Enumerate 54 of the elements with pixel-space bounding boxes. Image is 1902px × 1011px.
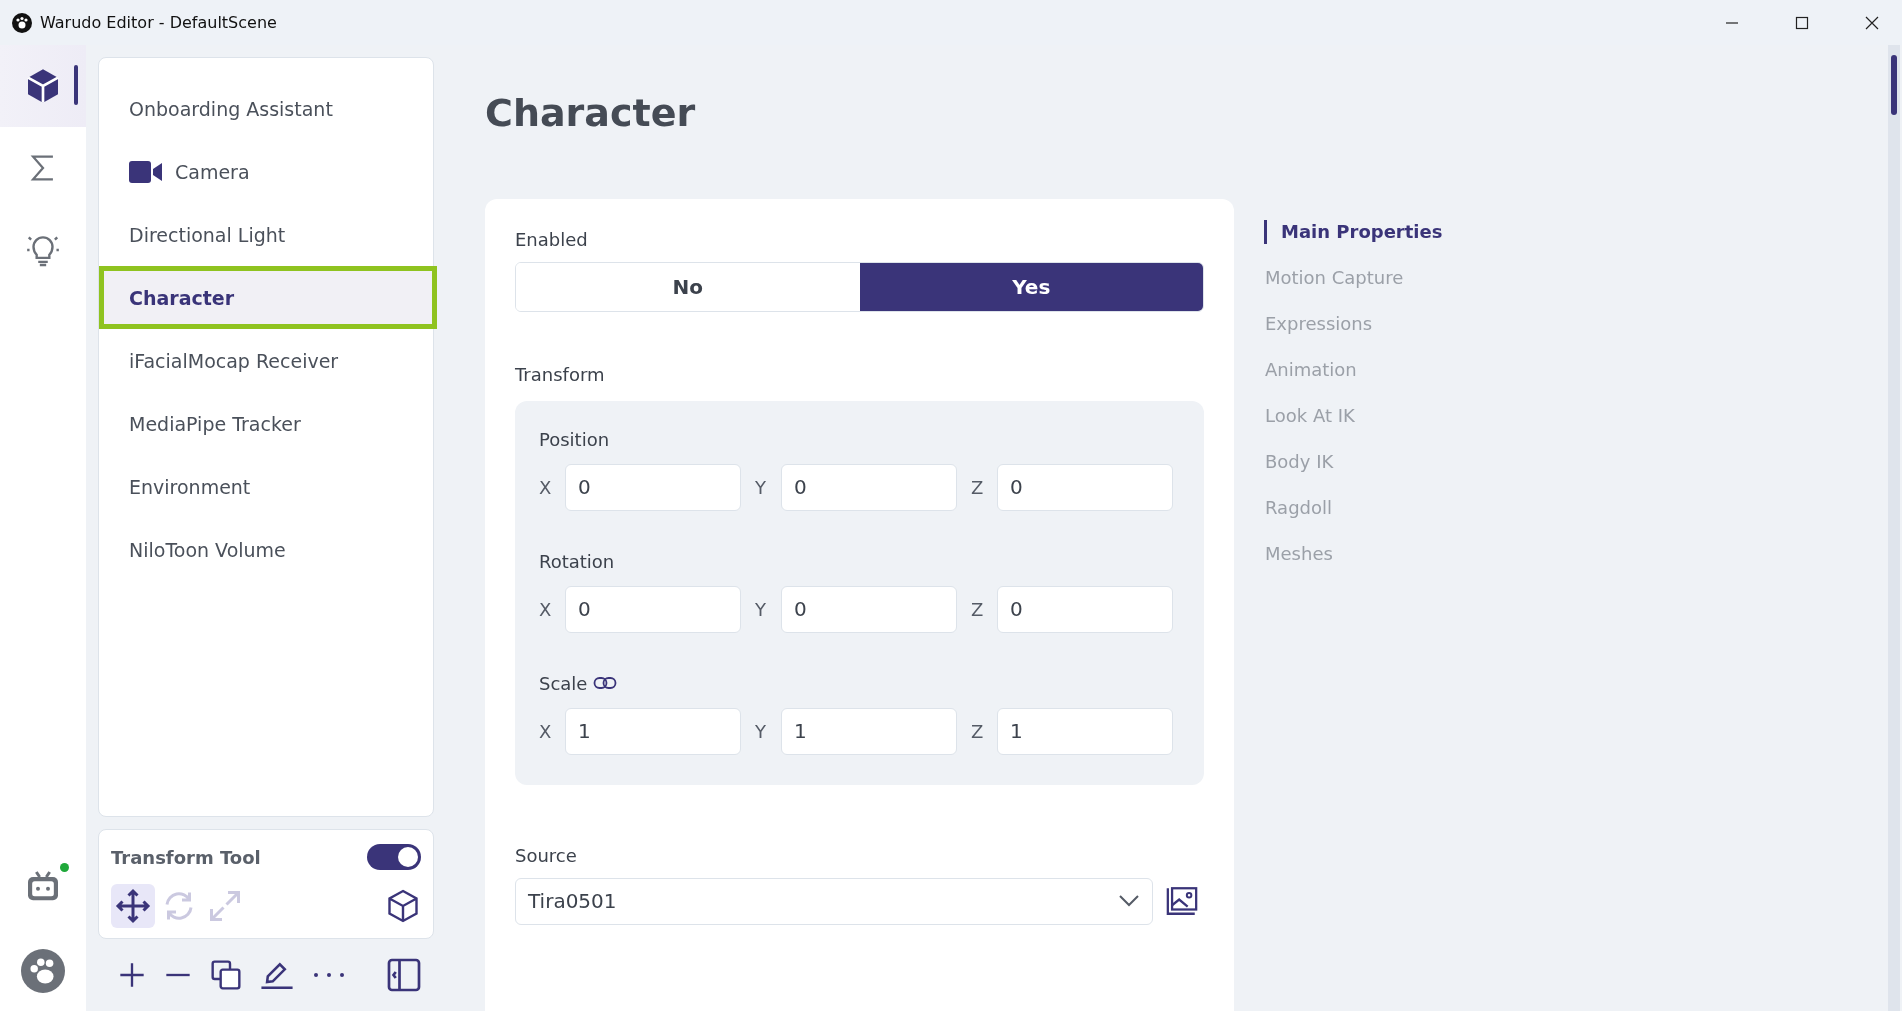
- transform-tool-label: Transform Tool: [111, 846, 261, 868]
- axis-label: Z: [971, 476, 985, 498]
- scene-item[interactable]: Character: [99, 266, 437, 329]
- maximize-icon[interactable]: [1794, 14, 1810, 31]
- number-field[interactable]: 0: [781, 463, 957, 511]
- number-field[interactable]: 1: [565, 707, 741, 755]
- more-icon[interactable]: [312, 970, 346, 980]
- link-icon[interactable]: [593, 675, 618, 692]
- paw-logo-icon[interactable]: [21, 949, 65, 993]
- transform-label: Transform: [515, 363, 606, 385]
- axis-label: X: [539, 720, 553, 742]
- field-group-label: Rotation: [539, 550, 615, 572]
- paw-logo-icon: [12, 12, 32, 33]
- collapse-panel-icon[interactable]: [386, 957, 422, 993]
- cube-outline-icon[interactable]: [385, 888, 421, 924]
- source-label: Source: [515, 844, 578, 866]
- scene-item[interactable]: MediaPipe Tracker: [99, 392, 433, 455]
- scene-item[interactable]: Directional Light: [99, 203, 433, 266]
- axis-label: X: [539, 598, 553, 620]
- move-tool-button[interactable]: [111, 884, 155, 928]
- number-field[interactable]: 1: [997, 707, 1173, 755]
- scene-item[interactable]: Camera: [99, 140, 433, 203]
- number-field[interactable]: 0: [565, 463, 741, 511]
- axis-label: X: [539, 476, 553, 498]
- axis-label: Z: [971, 720, 985, 742]
- enabled-label: Enabled: [515, 228, 589, 250]
- number-field[interactable]: 0: [781, 585, 957, 633]
- toggle-option[interactable]: Yes: [859, 262, 1203, 311]
- window-title: Warudo Editor - DefaultScene: [40, 13, 277, 32]
- number-field[interactable]: 1: [781, 707, 957, 755]
- scene-item[interactable]: Environment: [99, 455, 433, 518]
- duplicate-icon[interactable]: [210, 959, 242, 991]
- close-icon[interactable]: [1864, 14, 1880, 31]
- axis-label: Z: [971, 598, 985, 620]
- rail-tab[interactable]: [0, 45, 86, 127]
- page-heading: Character: [485, 91, 697, 137]
- source-dropdown[interactable]: Tira0501: [515, 877, 1153, 925]
- axis-label: Y: [755, 598, 767, 620]
- number-field[interactable]: 0: [565, 585, 741, 633]
- scene-item[interactable]: Onboarding Assistant: [99, 77, 433, 140]
- number-field[interactable]: 0: [997, 463, 1173, 511]
- number-field[interactable]: 0: [997, 585, 1173, 633]
- scene-item[interactable]: iFacialMocap Receiver: [99, 329, 433, 392]
- transform-tool-toggle[interactable]: [367, 844, 421, 870]
- scene-item[interactable]: NiloToon Volume: [99, 518, 433, 581]
- field-group-label: Position: [539, 428, 610, 450]
- field-group-label: Scale: [539, 672, 588, 694]
- add-icon[interactable]: [118, 961, 146, 989]
- section-link[interactable]: Main Properties: [1264, 219, 1443, 244]
- scrollbar[interactable]: [1888, 45, 1900, 1011]
- axis-label: Y: [755, 720, 767, 742]
- axis-label: Y: [755, 476, 767, 498]
- video-camera-icon: [129, 160, 163, 183]
- chevron-down-icon: [1118, 894, 1140, 909]
